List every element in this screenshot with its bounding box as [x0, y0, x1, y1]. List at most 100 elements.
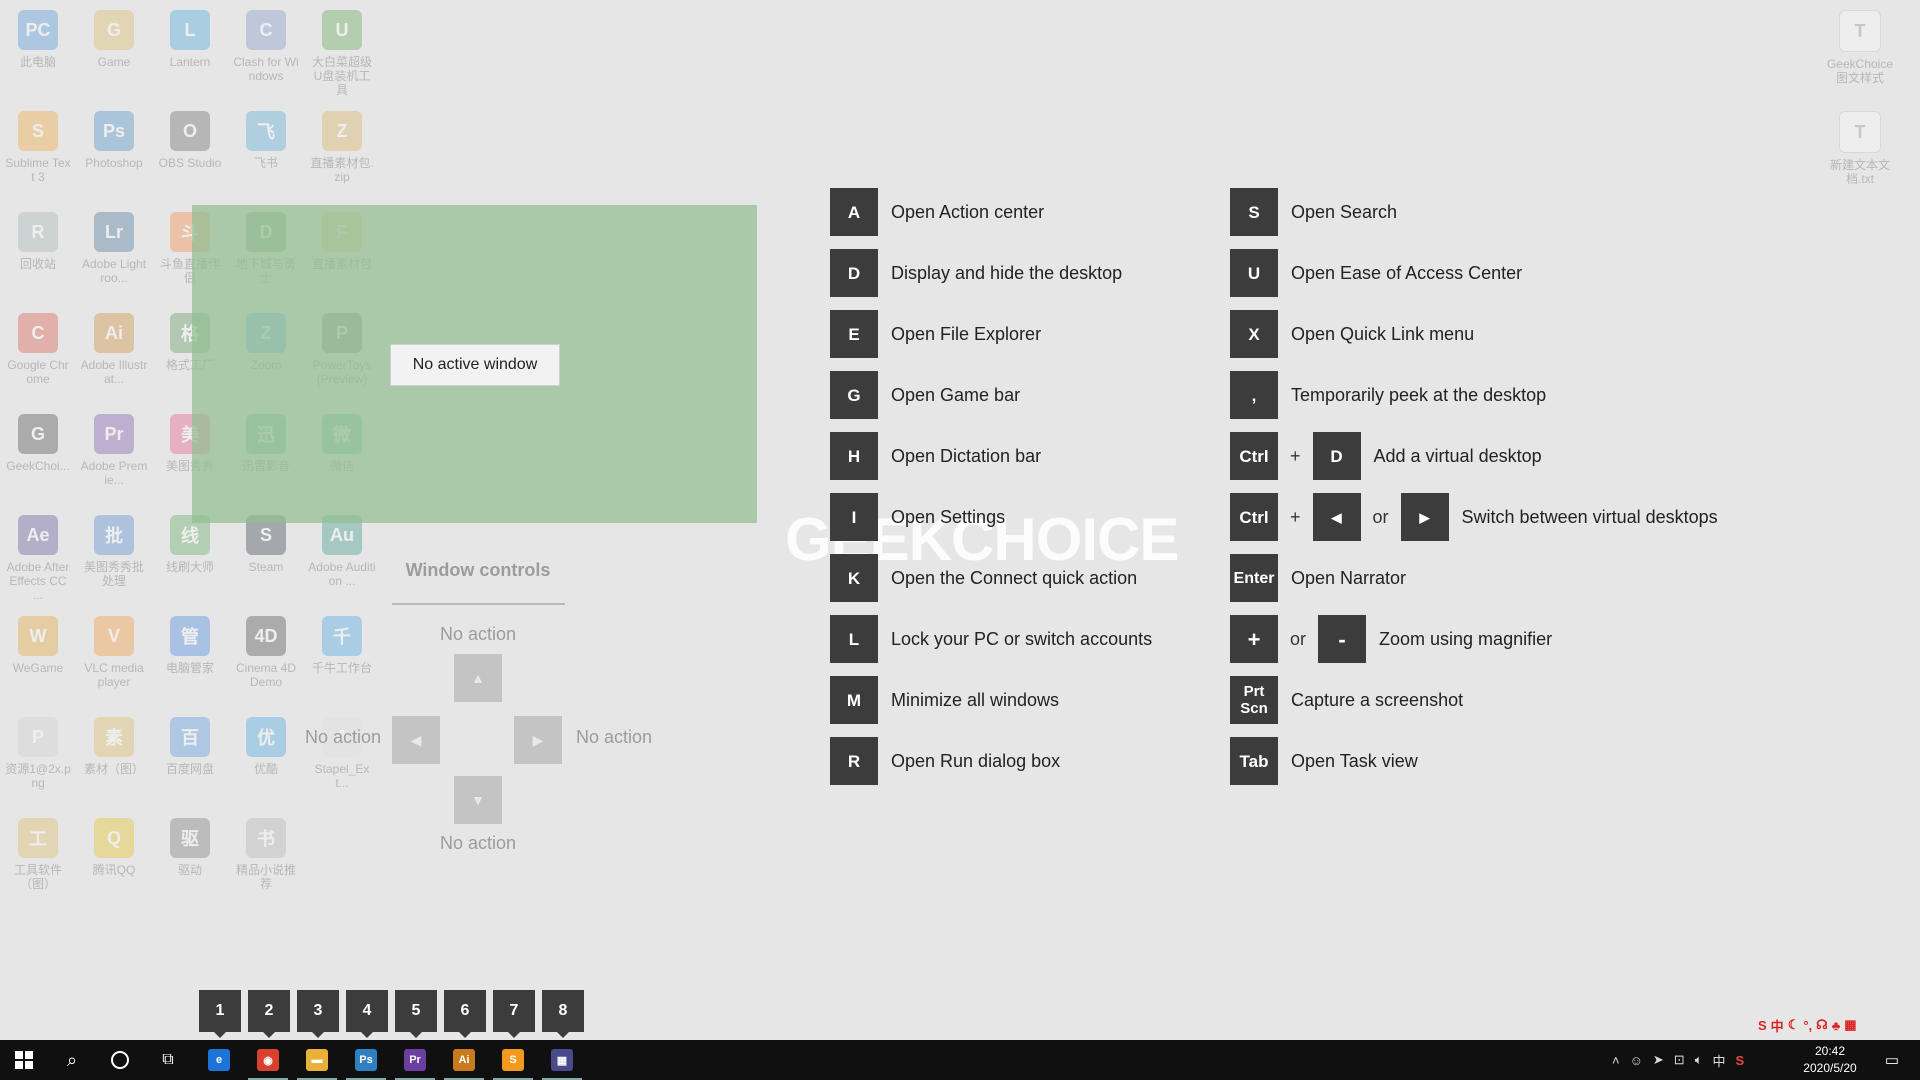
taskbar-clock[interactable]: 20:42 2020/5/20: [1795, 1043, 1865, 1077]
key-d: D: [1312, 432, 1361, 480]
search-button[interactable]: ⌕: [48, 1040, 96, 1080]
desktop-icon[interactable]: 飞飞书: [232, 111, 300, 170]
desktop-icon[interactable]: 线线刷大师: [156, 515, 224, 574]
desktop-icon-label: GeekChoi...: [6, 459, 70, 473]
desktop-icon-label: 此电脑: [19, 55, 56, 69]
desktop-icon[interactable]: 4D Cinema 4D Demo: [232, 616, 300, 689]
desktop-icon[interactable]: Ae Adobe After Effects CC ...: [4, 515, 72, 602]
desktop-icon[interactable]: L Lantern: [156, 10, 224, 69]
action-center-button[interactable]: ▭: [1868, 1040, 1916, 1080]
desktop-icon[interactable]: 优优酷: [232, 717, 300, 776]
desktop-icon-label: 驱动: [177, 863, 202, 877]
desktop-icon[interactable]: Ps Photoshop: [80, 111, 148, 170]
key-prtscn-line2: Scn: [1240, 700, 1268, 717]
shortcut-desc: Zoom using magnifier: [1379, 628, 1553, 649]
taskbar-app-photoshop[interactable]: Ps: [342, 1040, 390, 1080]
desktop-icon[interactable]: U 大白菜超级U盘装机工具: [308, 10, 376, 97]
desktop-file-icon[interactable]: T GeekChoice图文样式: [1826, 10, 1894, 85]
key-k: K: [830, 554, 878, 602]
desktop-icon-label: 飞书: [253, 156, 278, 170]
taskbar-app-sublime[interactable]: S: [489, 1040, 537, 1080]
desktop-icon[interactable]: C Clash for Windows: [232, 10, 300, 83]
taskbar-app-premiere[interactable]: Pr: [391, 1040, 439, 1080]
desktop-icon[interactable]: Q 腾讯QQ: [80, 818, 148, 877]
shortcut-desc: Minimize all windows: [891, 689, 1060, 710]
key-left-arrow: ◀: [1312, 493, 1361, 541]
ime-toolbar-item[interactable]: 中: [1771, 1016, 1784, 1035]
ime-toolbar-item[interactable]: S: [1758, 1018, 1767, 1033]
taskbar-app-powertoys[interactable]: ▦: [538, 1040, 586, 1080]
sogou-tray-icon[interactable]: S: [1736, 1053, 1745, 1068]
desktop-icon-label: 回收站: [19, 257, 56, 271]
chevron-up-icon[interactable]: ˄: [1612, 1053, 1620, 1068]
window-control-up-button[interactable]: ▲: [454, 654, 502, 702]
shortcut-desc: Open Search: [1291, 201, 1398, 222]
desktop-icon[interactable]: 百百度网盘: [156, 717, 224, 776]
desktop-icon[interactable]: 工工具软件（图）: [4, 818, 72, 891]
taskbar-app-edge[interactable]: e: [195, 1040, 243, 1080]
window-control-right-button[interactable]: ▶: [514, 716, 562, 764]
desktop-icon[interactable]: Lr Adobe Lightroo...: [80, 212, 148, 285]
desktop-icon[interactable]: 素素材（图）: [80, 717, 148, 776]
desktop-icon[interactable]: S Steam: [232, 515, 300, 574]
desktop-icon[interactable]: G Game: [80, 10, 148, 69]
shortcut-desc: Open Game bar: [891, 384, 1021, 405]
window-control-top-label: No action: [440, 624, 517, 644]
desktop-icon-label: 资源1@2x.png: [5, 762, 71, 790]
key-g: G: [830, 371, 878, 419]
desktop-icon[interactable]: 批美图秀秀批处理: [80, 515, 148, 588]
window-control-left-button[interactable]: ◀: [392, 716, 440, 764]
ime-toolbar-item[interactable]: °,: [1803, 1018, 1812, 1033]
taskbar-app-illustrator[interactable]: Ai: [440, 1040, 488, 1080]
volume-icon[interactable]: 🔈︎: [1695, 1052, 1703, 1068]
desktop-icon[interactable]: Z 直播素材包.zip: [308, 111, 376, 184]
desktop-icon[interactable]: S Sublime Text 3: [4, 111, 72, 184]
desktop-icon[interactable]: Ai Adobe Illustrat...: [80, 313, 148, 386]
key-tab: Tab: [1230, 737, 1278, 785]
desktop-icon-label: Photoshop: [85, 156, 143, 170]
ime-toolbar-item[interactable]: ▦: [1844, 1017, 1856, 1033]
arrow-left-icon: ◀: [410, 731, 422, 748]
desktop-icon[interactable]: G GeekChoi...: [4, 414, 72, 473]
desktop-icon[interactable]: Pr Adobe Premie...: [80, 414, 148, 487]
shortcut-desc: Open Narrator: [1291, 567, 1407, 588]
shortcut-desc: Add a virtual desktop: [1373, 445, 1542, 466]
desktop-icon[interactable]: 驱驱动: [156, 818, 224, 877]
cortana-button[interactable]: [96, 1040, 144, 1080]
desktop-icon-label: Adobe Audition ...: [308, 560, 376, 588]
app-icon: L: [170, 10, 210, 50]
task-view-button[interactable]: ⧉: [144, 1040, 192, 1080]
key-minus: -: [1318, 615, 1367, 663]
desktop-icon[interactable]: PC 此电脑: [4, 10, 72, 69]
desktop-icon[interactable]: R 回收站: [4, 212, 72, 271]
ime-toolbar-item[interactable]: ♣: [1832, 1018, 1841, 1033]
desktop-icon[interactable]: V VLC media player: [80, 616, 148, 689]
key-prtscn: Prt Scn: [1230, 676, 1278, 724]
plus-separator: +: [1290, 506, 1301, 527]
desktop-icon[interactable]: 书精品小说推荐: [232, 818, 300, 891]
ime-toolbar-item[interactable]: ☾: [1788, 1017, 1800, 1033]
ime-indicator[interactable]: 中: [1713, 1051, 1726, 1070]
desktop-icon[interactable]: W WeGame: [4, 616, 72, 675]
ime-toolbar[interactable]: S 中 ☾ °, ☊ ♣ ▦: [1758, 1014, 1857, 1036]
desktop-icon[interactable]: 千千牛工作台: [308, 616, 376, 675]
system-tray: ˄ ☺ ➤ ⊡ 🔈︎ 中 S: [1612, 1040, 1744, 1080]
taskbar-app-explorer[interactable]: ▬: [293, 1040, 341, 1080]
desktop-icon[interactable]: O OBS Studio: [156, 111, 224, 170]
desktop-icon[interactable]: C Google Chrome: [4, 313, 72, 386]
qq-tray-icon[interactable]: ☺: [1630, 1053, 1643, 1068]
shortcut-row-g: G Open Game bar: [830, 371, 1020, 419]
taskbar-app-chrome[interactable]: ◉: [244, 1040, 292, 1080]
start-button[interactable]: [0, 1040, 48, 1080]
desktop-icon[interactable]: Au Adobe Audition ...: [308, 515, 376, 588]
network-icon[interactable]: ⊡: [1674, 1052, 1685, 1068]
desktop-icon[interactable]: 管电脑管家: [156, 616, 224, 675]
app-icon: U: [322, 10, 362, 50]
ime-toolbar-item[interactable]: ☊: [1816, 1017, 1828, 1033]
telegram-tray-icon[interactable]: ➤: [1653, 1052, 1664, 1068]
arrow-right-icon: ▶: [532, 731, 544, 748]
key-d: D: [830, 249, 878, 297]
desktop-file-icon[interactable]: T 新建文本文档.txt: [1826, 111, 1894, 186]
desktop-icon[interactable]: P 资源1@2x.png: [4, 717, 72, 790]
window-control-down-button[interactable]: ▼: [454, 776, 502, 824]
